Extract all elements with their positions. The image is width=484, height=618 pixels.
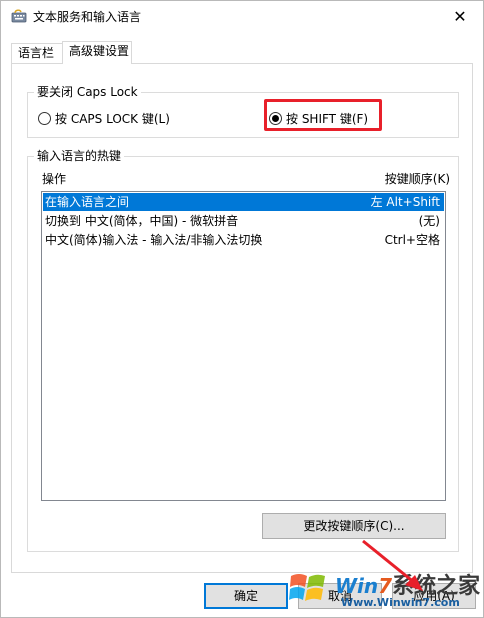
ok-button[interactable]: 确定 (204, 583, 288, 609)
close-icon: ✕ (453, 6, 467, 26)
dialog-window: 文本服务和输入语言 ✕ 语言栏 高级键设置 要关闭 Caps Lock 按 CA… (0, 0, 484, 618)
change-key-sequence-button[interactable]: 更改按键顺序(C)... (262, 513, 446, 539)
list-item-keys: Ctrl+空格 (384, 233, 440, 247)
close-button[interactable]: ✕ (437, 1, 483, 31)
apply-button[interactable]: 应用(A) (392, 583, 476, 609)
cancel-button[interactable]: 取消 (298, 583, 382, 609)
hotkeys-group-legend: 输入语言的热键 (34, 149, 125, 163)
column-header-action: 操作 (42, 172, 67, 186)
tab-advanced-key-settings[interactable]: 高级键设置 (62, 41, 132, 64)
annotation-highlight-box (264, 99, 382, 131)
list-item-keys: (无) (418, 214, 440, 228)
tab-language-bar[interactable]: 语言栏 (11, 43, 63, 63)
list-item-keys: 左 Alt+Shift (370, 195, 440, 209)
window-title: 文本服务和输入语言 (33, 10, 142, 24)
caps-lock-group-legend: 要关闭 Caps Lock (34, 85, 141, 99)
hotkeys-group: 输入语言的热键 操作 按键顺序(K) 在输入语言之间 左 Alt+Shift 切… (27, 149, 459, 552)
radio-caps-lock-key[interactable]: 按 CAPS LOCK 键(L) (38, 110, 170, 127)
keyboard-icon (11, 8, 27, 24)
dialog-buttons: 确定 取消 应用(A) (1, 583, 483, 609)
radio-caps-lock-label: 按 CAPS LOCK 键(L) (55, 112, 170, 126)
list-item-action: 在输入语言之间 (45, 195, 130, 209)
list-item[interactable]: 中文(简体)输入法 - 输入法/非输入法切换 Ctrl+空格 (43, 231, 444, 249)
column-header-key-sequence: 按键顺序(K) (384, 172, 450, 186)
hotkeys-list[interactable]: 在输入语言之间 左 Alt+Shift 切换到 中文(简体，中国) - 微软拼音… (41, 191, 446, 501)
radio-indicator[interactable] (38, 112, 51, 125)
list-item[interactable]: 切换到 中文(简体，中国) - 微软拼音 (无) (43, 212, 444, 230)
list-item-selected[interactable]: 在输入语言之间 左 Alt+Shift (43, 193, 444, 211)
tab-panel: 要关闭 Caps Lock 按 CAPS LOCK 键(L) 按 SHIFT 键… (11, 63, 473, 573)
caps-lock-group: 要关闭 Caps Lock 按 CAPS LOCK 键(L) 按 SHIFT 键… (27, 85, 459, 138)
list-item-action: 中文(简体)输入法 - 输入法/非输入法切换 (45, 233, 263, 247)
title-bar[interactable]: 文本服务和输入语言 ✕ (1, 1, 483, 31)
list-item-action: 切换到 中文(简体，中国) - 微软拼音 (45, 214, 239, 228)
